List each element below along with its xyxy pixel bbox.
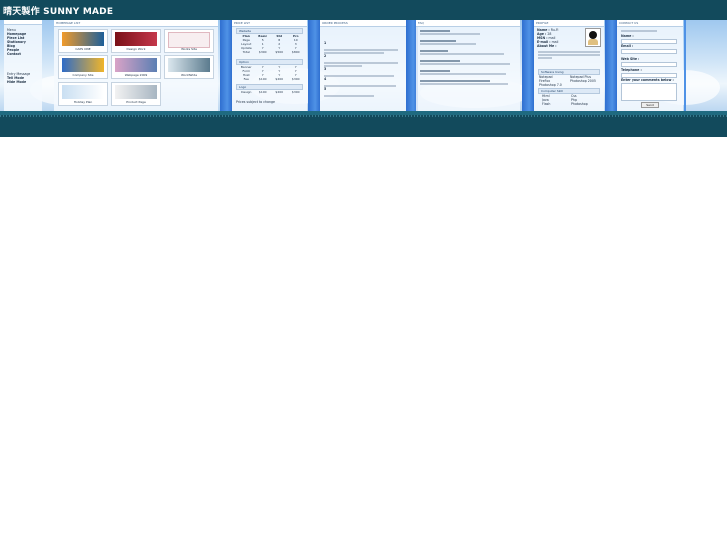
price-table-option: Banner Y Y Y Form Y Y Y Host Y Y Y Fee $100 $200 $30… (238, 65, 304, 81)
table-row: Design $100 $200 $300 (238, 90, 304, 94)
price-panel: PRICE LIST Website Plan Basic Std Pro Page 5… (232, 20, 307, 111)
portfolio-panel: HOMEPAGE LIST CAPS ONE Design Work Works… (54, 20, 218, 111)
table-cell: $300 (291, 77, 300, 81)
contact-title: CONTACT US (617, 20, 683, 27)
email-field[interactable] (621, 49, 677, 54)
top-bar: 晴天製作 SUNNY MADE (0, 0, 727, 20)
table-cell: $300 (291, 90, 300, 94)
bottom-bar (0, 111, 727, 137)
order-panel: ORDER PROCESS 1 2 3 4 5 (320, 20, 406, 111)
photo-site-thumbnail-icon (115, 58, 157, 72)
table-cell: Design (241, 90, 252, 94)
faq-list (420, 29, 516, 86)
panel-separator (605, 20, 617, 111)
send-button[interactable]: Send (641, 102, 659, 108)
panel-separator (684, 20, 686, 111)
table-row: Total $300 $500 $800 (238, 50, 304, 54)
software-list: Notepad Notepad Plus FireFox Photoshop 2… (539, 75, 601, 87)
website-field[interactable] (621, 62, 677, 67)
portfolio-item-caption: Product Page (126, 100, 146, 104)
panel-strip: Menu Homepage Piece List Stationary Blog… (0, 20, 727, 111)
menu-item-hide-mode[interactable]: Hide Mode (7, 80, 30, 84)
portfolio-item[interactable]: Product Page (111, 82, 161, 106)
price-title: PRICE LIST (232, 20, 307, 27)
skill-item: Flash (542, 102, 551, 106)
portfolio-item[interactable]: Holiday Plan (58, 82, 108, 106)
portfolio-item[interactable]: Design Work (111, 29, 161, 53)
software-item: Photoshop 7.0 (539, 83, 562, 87)
bottom-bar-dots (0, 115, 727, 117)
portfolio-item-caption: Design Work (126, 47, 146, 51)
panel-separator (308, 20, 320, 111)
faq-title: FAQ (416, 20, 520, 27)
portfolio-item[interactable]: Works Site (164, 29, 214, 53)
portfolio-item-caption: WorldWide (180, 73, 198, 77)
portfolio-item-caption: CAPS ONE (75, 47, 91, 51)
profile-about-label: About Me : (537, 44, 557, 48)
contact-phone-label: Telephone : (621, 68, 642, 72)
panel-separator (522, 20, 534, 111)
order-step-number: 5 (324, 87, 327, 91)
avatar-head-icon (589, 31, 597, 39)
pink-site-thumbnail-icon (168, 32, 210, 48)
avatar (585, 28, 601, 47)
table-cell: Total (242, 50, 250, 54)
portfolio-item[interactable]: CAPS ONE (58, 29, 108, 53)
grey-site-thumbnail-icon (168, 58, 210, 72)
contact-email-label: Email : (621, 44, 634, 48)
contact-name-label: Name : (621, 34, 634, 38)
avatar-body-icon (588, 39, 598, 45)
order-step: 5 (324, 75, 402, 98)
portfolio-item[interactable]: WorldWide (164, 55, 214, 79)
profile-panel: PROFILE Name : Ru-Fi Age : 28 MSN : mail… (534, 20, 604, 111)
table-cell: $200 (275, 90, 284, 94)
software-item: Photoshop 2005 (570, 79, 596, 83)
table-cell: $100 (258, 90, 267, 94)
portfolio-item-caption: Company Site (72, 73, 94, 77)
menu-panel: Menu Homepage Piece List Stationary Blog… (4, 20, 42, 111)
orange-site-thumbnail-icon (62, 58, 104, 72)
site-title: 晴天製作 SUNNY MADE (3, 7, 114, 17)
blue-site-thumbnail-icon (62, 32, 104, 46)
flower-site-thumbnail-icon (62, 85, 104, 99)
skill-list: Html Css Java Php Flash Photoshop (542, 94, 600, 106)
contact-panel: CONTACT US Name : Email : Web Site : Tel… (617, 20, 683, 111)
table-cell: Fee (243, 77, 249, 81)
contact-comments-label: Enter your comments below : (621, 78, 674, 82)
panel-separator (220, 20, 232, 111)
portfolio-item[interactable]: Webpage 2009 (111, 55, 161, 79)
comments-textarea[interactable] (621, 83, 677, 101)
table-cell: $500 (275, 50, 284, 54)
faq-panel: FAQ (416, 20, 520, 111)
snow-site-thumbnail-icon (115, 85, 157, 99)
portfolio-item-caption: Holiday Plan (73, 100, 93, 104)
table-cell: $100 (258, 77, 267, 81)
portfolio-title: HOMEPAGE LIST (54, 20, 218, 27)
price-footnote: Prices subject to change (236, 100, 275, 104)
table-cell: $800 (291, 50, 300, 54)
contact-website-label: Web Site : (621, 57, 640, 61)
profile-name-value: Ru-Fi (550, 28, 559, 32)
skill-item: Photoshop (571, 102, 588, 106)
price-table-logo: Design $100 $200 $300 (238, 90, 304, 94)
table-row: Fee $100 $200 $300 (238, 77, 304, 81)
portfolio-item[interactable]: Company Site (58, 55, 108, 79)
order-title: ORDER PROCESS (320, 20, 406, 27)
menu-item-contact[interactable]: Contact (7, 52, 26, 56)
table-cell: $200 (275, 77, 284, 81)
red-site-thumbnail-icon (115, 32, 157, 46)
portfolio-item-caption: Webpage 2009 (124, 73, 148, 77)
profile-title: PROFILE (534, 20, 604, 27)
portfolio-item-caption: Works Site (181, 47, 197, 51)
menu-panel-header (4, 20, 42, 25)
table-cell: $300 (258, 50, 267, 54)
price-table-website: Plan Basic Std Pro Page 5 8 10 Layout 1 2 3 Updat… (238, 34, 304, 54)
